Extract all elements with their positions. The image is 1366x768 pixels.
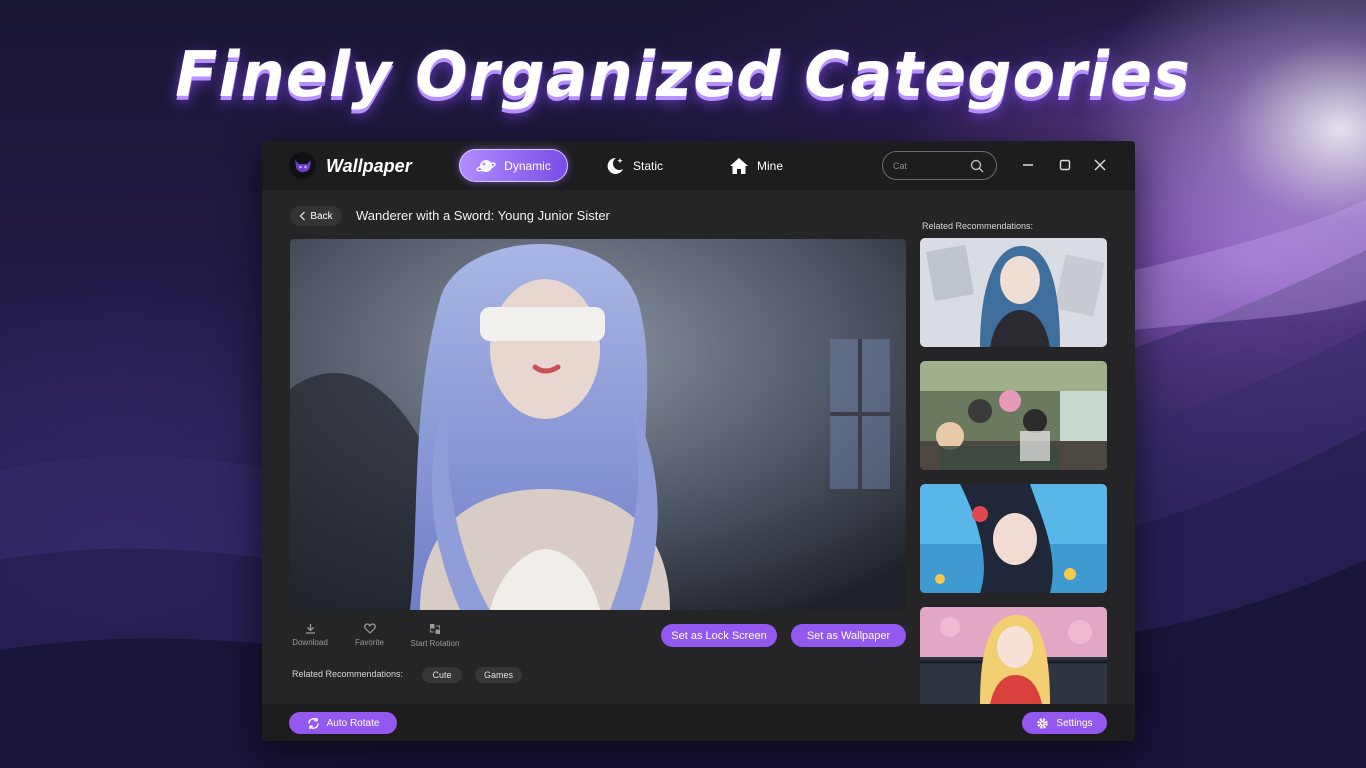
favorite-button[interactable]: Favorite: [352, 623, 387, 647]
start-rotation-button[interactable]: Start Rotation: [408, 623, 462, 648]
tag-chip[interactable]: Games: [475, 667, 522, 683]
related-tags-label: Related Recommendations:: [292, 669, 404, 679]
maximize-icon: [1059, 159, 1071, 171]
home-icon: [730, 157, 748, 174]
sidebar-title: Related Recommendations:: [922, 221, 1034, 231]
search-icon[interactable]: [970, 159, 984, 173]
tab-mine-label: Mine: [757, 158, 784, 173]
chevron-left-icon: [299, 211, 306, 221]
footer-bar: Auto Rotate Settings: [262, 704, 1135, 741]
title-bar: Wallpaper Dynamic Static Mine: [262, 141, 1135, 190]
minimize-icon: [1023, 164, 1033, 166]
wallpaper-preview[interactable]: [290, 239, 906, 610]
recommendation-thumbnail[interactable]: [920, 607, 1107, 704]
download-button[interactable]: Download: [291, 623, 329, 647]
planet-icon: [476, 159, 496, 172]
page-title: Wanderer with a Sword: Young Junior Sist…: [356, 208, 610, 223]
recommendation-thumbnail[interactable]: [920, 238, 1107, 347]
auto-rotate-label: Auto Rotate: [326, 717, 380, 729]
search-box[interactable]: [882, 151, 997, 180]
close-button[interactable]: [1092, 157, 1108, 173]
app-name: Wallpaper: [326, 156, 412, 176]
start-rotation-label: Start Rotation: [410, 639, 460, 648]
tab-static-label: Static: [633, 158, 664, 173]
recommendation-thumbnail[interactable]: [920, 484, 1107, 593]
heart-icon: [363, 623, 376, 634]
refresh-icon: [307, 717, 319, 729]
set-wallpaper-button[interactable]: Set as Wallpaper: [791, 624, 906, 647]
app-window: Wallpaper Dynamic Static Mine Cat Back W…: [262, 141, 1135, 741]
settings-button[interactable]: Settings: [1022, 712, 1107, 734]
recommendation-thumbnail[interactable]: [920, 361, 1107, 470]
moon-star-icon: [607, 157, 623, 174]
back-label: Back: [310, 210, 333, 222]
close-icon: [1094, 159, 1106, 171]
minimize-button[interactable]: [1020, 157, 1036, 173]
tab-static[interactable]: Static: [605, 149, 663, 182]
tag-chip[interactable]: Cute: [422, 667, 462, 683]
set-lock-screen-button[interactable]: Set as Lock Screen: [661, 624, 777, 647]
tab-dynamic-label: Dynamic: [504, 158, 551, 173]
gear-icon: [1037, 717, 1049, 729]
settings-label: Settings: [1056, 717, 1093, 729]
auto-rotate-button[interactable]: Auto Rotate: [289, 712, 397, 734]
app-logo-icon: [289, 152, 316, 179]
rotation-icon: [429, 624, 441, 634]
wallpaper-preview-image: [290, 239, 906, 610]
tab-mine[interactable]: Mine: [729, 149, 783, 182]
favorite-label: Favorite: [355, 638, 384, 647]
back-button[interactable]: Back: [290, 206, 342, 226]
download-icon: [305, 624, 315, 634]
download-label: Download: [292, 638, 328, 647]
promo-headline: Finely Organized Categories: [175, 38, 1191, 111]
maximize-button[interactable]: [1057, 157, 1073, 173]
tab-dynamic[interactable]: Dynamic: [459, 149, 568, 182]
search-input[interactable]: [893, 158, 973, 174]
